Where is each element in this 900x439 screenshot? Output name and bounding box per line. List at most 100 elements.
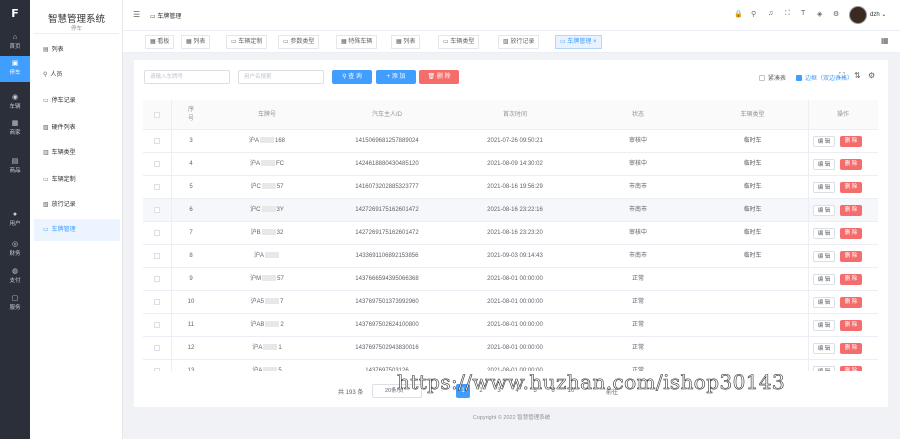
rail-item-7[interactable]: ◍ 支付 [0,264,30,290]
sidebar-item-6[interactable]: ▧ 放行记录 [34,194,120,216]
cell-owner: 1427269175162601472 [355,207,419,213]
row-delete-button[interactable]: 删 除 [840,228,862,239]
rail-item-4[interactable]: ▤ 商品 [0,154,30,180]
edit-button[interactable]: 编 辑 [813,297,835,308]
row-delete-button[interactable]: 删 除 [840,320,862,331]
rail-item-5[interactable]: ● 用户 [0,207,30,233]
sidebar-item-5[interactable]: ▭ 车辆定制 [34,169,120,191]
row-delete-button[interactable]: 删 除 [840,297,862,308]
tab-5[interactable]: ▦ 列表 [391,35,421,49]
select-all-checkbox[interactable] [154,112,160,118]
row-delete-button[interactable]: 删 除 [840,136,862,147]
rail-item-0[interactable]: ⌂ 首页 [0,30,30,56]
plate-mask [262,275,277,282]
username[interactable]: dzh ⌄ [870,11,886,18]
avatar[interactable] [849,6,867,24]
plate-prefix: 沪M [250,276,262,282]
plate-table: 序号 车牌号 汽车主人ID 首次时间 状态 车辆类型 操作 3 沪A 168 1415… [143,100,878,371]
lock-icon[interactable]: 🔒 [734,10,743,18]
select-all-cell[interactable] [143,100,171,130]
table-row[interactable]: 10 沪A5 7 1437697501373992960 2021-08-01 00:0… [143,291,878,314]
font-size-icon[interactable]: T [801,10,805,17]
row-checkbox[interactable] [154,368,160,371]
tab-6[interactable]: ▭ 车辆类型 [438,35,480,49]
tab-8[interactable]: ▭ 车牌管理 × [555,35,602,49]
density-icon[interactable]: ⇅ [854,71,861,80]
table-row[interactable]: 9 沪M 57 1437666594395066368 2021-08-01 00:00… [143,268,878,291]
tab-3[interactable]: ▭ 参数类型 [278,35,320,49]
row-checkbox[interactable] [154,184,160,190]
row-delete-button[interactable]: 删 除 [840,366,862,371]
table-row[interactable]: 5 沪C 57 1416073202885323777 2021-08-16 19:56… [143,176,878,199]
theme-icon[interactable]: ◈ [817,10,822,18]
row-delete-button[interactable]: 删 除 [840,182,862,193]
edit-button[interactable]: 编 辑 [813,251,835,262]
row-checkbox[interactable] [154,322,160,328]
plate-search-input[interactable]: 请输入车牌号 [144,70,230,84]
search-button[interactable]: ⚲ 查 询 [332,70,372,84]
table-row[interactable]: 3 沪A 168 1415069681257889024 2021-07-26 09:5… [143,130,878,153]
cell-type: 临时车 [743,207,762,213]
row-delete-button[interactable]: 删 除 [840,159,862,170]
edit-button[interactable]: 编 辑 [813,182,835,193]
fullscreen-icon[interactable]: ⛶ [785,10,790,18]
compact-checkbox[interactable] [759,75,765,82]
border-checkbox[interactable] [796,75,802,82]
rail-item-1[interactable]: ▣ 停车 [0,56,30,82]
row-checkbox[interactable] [154,345,160,351]
edit-button[interactable]: 编 辑 [813,159,835,170]
row-checkbox[interactable] [154,138,160,144]
table-row[interactable]: 8 沪A 1433691106892153856 2021-09-03 09:14:4… [143,245,878,268]
owner-search-input[interactable]: 用户名搜索 [238,70,324,84]
tab-2[interactable]: ▭ 车辆定制 [226,35,268,49]
row-checkbox[interactable] [154,161,160,167]
tab-4[interactable]: ▦ 特殊车辆 [336,35,378,49]
row-checkbox[interactable] [154,299,160,305]
rail-item-8[interactable]: ▢ 服务 [0,291,30,317]
menu-fold-icon[interactable]: ☰ [133,10,140,19]
tab-menu-icon[interactable]: ▦ [881,36,889,45]
row-checkbox[interactable] [154,230,160,236]
sidebar-item-4[interactable]: ▥ 车辆类型 [34,142,120,164]
col-no: 序号 [187,107,194,122]
table-row[interactable]: 7 沪B 32 1427269175162601472 2021-08-16 23:23… [143,222,878,245]
edit-button[interactable]: 编 辑 [813,320,835,331]
row-checkbox[interactable] [154,207,160,213]
rail-item-2[interactable]: ◉ 车辆 [0,90,30,116]
row-delete-button[interactable]: 删 除 [840,274,862,285]
sidebar-item-3[interactable]: ▧ 硬件列表 [34,117,120,139]
delete-button[interactable]: 🗑 删 除 [419,70,459,84]
edit-button[interactable]: 编 辑 [813,136,835,147]
setting-icon[interactable]: ⚙ [833,10,839,18]
search-icon[interactable]: ⚲ [751,10,756,18]
sidebar-item-7[interactable]: ▭ 车牌管理 [34,219,120,241]
table-row[interactable]: 11 沪AB 2 1437697502624100800 2021-08-01 00:0… [143,314,878,337]
row-delete-button[interactable]: 删 除 [840,343,862,354]
table-row[interactable]: 4 沪A FC 1424618880430485120 2021-08-09 14:30… [143,153,878,176]
edit-button[interactable]: 编 辑 [813,343,835,354]
close-icon[interactable]: × [591,39,597,45]
row-delete-button[interactable]: 删 除 [840,251,862,262]
edit-button[interactable]: 编 辑 [813,366,835,371]
edit-button[interactable]: 编 辑 [813,228,835,239]
edit-button[interactable]: 编 辑 [813,205,835,216]
table-row[interactable]: 12 沪A 1 1437697502943830016 2021-08-01 00:00… [143,337,878,360]
sidebar-item-0[interactable]: ▤ 列表 [34,39,120,61]
bell-icon[interactable]: ♫ [768,10,773,17]
add-button[interactable]: + 添 加 [376,70,416,84]
sidebar-item-2[interactable]: ▭ 停车记录 [34,90,120,112]
fullscreen-icon[interactable]: ⛶ [839,71,845,81]
row-checkbox[interactable] [154,276,160,282]
row-delete-button[interactable]: 删 除 [840,205,862,216]
edit-button[interactable]: 编 辑 [813,274,835,285]
row-checkbox[interactable] [154,253,160,259]
sidebar-item-1[interactable]: ⚲ 人员 [34,64,120,86]
tab-7[interactable]: ▧ 放行记录 [498,35,540,49]
tab-1[interactable]: ▦ 列表 [181,35,211,49]
tab-0[interactable]: ▦ 看板 [145,35,175,49]
rail-item-6[interactable]: ◎ 财务 [0,237,30,263]
column-setting-icon[interactable]: ⚙ [868,71,875,80]
compact-toggle[interactable]: 紧凑表 [759,73,786,82]
table-row[interactable]: 6 沪C 3Y 1427269175162601472 2021-08-16 23:22… [143,199,878,222]
rail-item-3[interactable]: ▦ 商家 [0,116,30,142]
